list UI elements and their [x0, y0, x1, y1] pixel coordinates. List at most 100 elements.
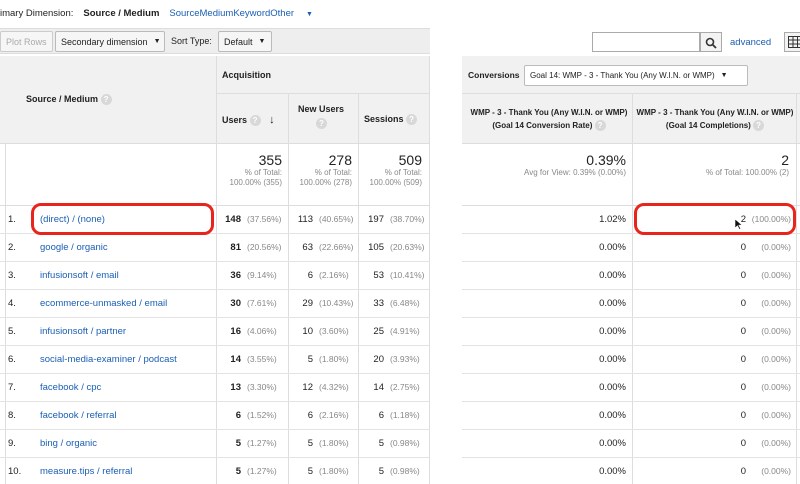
dropdown-caret-icon: ▼	[153, 38, 161, 45]
source-medium-link[interactable]: bing / organic	[40, 438, 97, 449]
new-users-value: 10	[302, 326, 313, 337]
sessions-value: 53	[373, 270, 384, 281]
source-medium-header[interactable]: Source / Medium ?	[26, 94, 112, 106]
users-value: 36	[230, 270, 241, 281]
search-button[interactable]	[700, 32, 722, 52]
row-number: 3.	[8, 270, 16, 281]
sessions-percent: (38.70%)	[390, 214, 425, 224]
conversion-rate-value: 0.00%	[599, 438, 626, 449]
table-row: 0.00% 0 (0.00%)	[462, 374, 800, 402]
new-users-value: 113	[297, 214, 313, 225]
users-value: 13	[230, 382, 241, 393]
users-percent: (7.61%)	[247, 298, 277, 308]
users-percent: (20.56%)	[247, 242, 282, 252]
dimension-other[interactable]: Other ▼	[270, 8, 323, 19]
dimension-source-medium[interactable]: Source / Medium	[83, 8, 159, 19]
conversion-rate-value: 0.00%	[599, 270, 626, 281]
grid-view-button[interactable]	[784, 32, 800, 52]
users-percent: (4.06%)	[247, 326, 277, 336]
completions-percent: (0.00%)	[761, 354, 791, 364]
row-number: 1.	[8, 214, 16, 225]
source-medium-link[interactable]: measure.tips / referral	[40, 466, 132, 477]
secondary-dimension-button[interactable]: Secondary dimension ▼	[55, 31, 165, 52]
source-medium-link[interactable]: google / organic	[40, 242, 108, 253]
advanced-link[interactable]: advanced	[730, 37, 771, 48]
new-users-header[interactable]: New Users?	[298, 104, 344, 129]
sessions-value: 25	[373, 326, 384, 337]
search-icon	[705, 37, 717, 49]
source-medium-link[interactable]: facebook / cpc	[40, 382, 101, 393]
dropdown-caret-icon: ▼	[258, 38, 266, 45]
goal-select[interactable]: Goal 14: WMP - 3 - Thank You (Any W.I.N.…	[524, 65, 748, 86]
grid-view-icon	[788, 36, 800, 48]
source-medium-link[interactable]: facebook / referral	[40, 410, 117, 421]
new-users-value: 12	[302, 382, 313, 393]
sessions-header[interactable]: Sessions ?	[364, 114, 418, 126]
users-percent: (3.30%)	[247, 382, 277, 392]
sort-type-value: Default	[224, 36, 253, 47]
completions-percent: (0.00%)	[761, 326, 791, 336]
completions-percent: (0.00%)	[761, 382, 791, 392]
sessions-percent: (2.75%)	[390, 382, 420, 392]
goal-completions-header[interactable]: WMP - 3 - Thank You (Any W.I.N. or WMP) …	[636, 106, 794, 132]
completions-value: 0	[740, 382, 746, 393]
table-row: 8. facebook / referral 6 (1.52%) 6 (2.16%) 6 (1…	[0, 402, 430, 430]
total-users-sub: % of Total: 100.00% (355)	[229, 168, 282, 187]
new-users-value: 29	[302, 298, 313, 309]
acquisition-group-header: Acquisition	[216, 56, 430, 94]
conversion-rate-value: 0.00%	[599, 410, 626, 421]
total-conversion-rate-sub: Avg for View: 0.39% (0.00%)	[524, 168, 626, 177]
source-medium-link[interactable]: infusionsoft / partner	[40, 326, 126, 337]
sessions-value: 197	[368, 214, 384, 225]
new-users-value: 6	[307, 410, 313, 421]
row-number: 5.	[8, 326, 16, 337]
totals-row: 355 % of Total: 100.00% (355) 278 % of T…	[0, 144, 430, 206]
report-toolbar: Plot Rows Secondary dimension ▼ Sort Type…	[0, 28, 430, 54]
help-icon: ?	[249, 115, 261, 127]
source-medium-link[interactable]: social-media-examiner / podcast	[40, 354, 177, 365]
sessions-value: 5	[378, 466, 384, 477]
dimension-keyword[interactable]: Keyword	[233, 8, 270, 19]
new-users-percent: (10.43%)	[319, 298, 354, 308]
users-percent: (1.27%)	[247, 466, 277, 476]
table-row: 0.00% 0 (0.00%)	[462, 402, 800, 430]
help-icon: ?	[406, 114, 418, 126]
row-number: 9.	[8, 438, 16, 449]
sessions-percent: (0.98%)	[390, 466, 420, 476]
completions-percent: (0.00%)	[761, 270, 791, 280]
goal-select-value: Goal 14: WMP - 3 - Thank You (Any W.I.N.…	[530, 71, 715, 80]
conversion-rate-value: 0.00%	[599, 242, 626, 253]
search-input[interactable]	[592, 32, 700, 52]
sessions-percent: (10.41%)	[390, 270, 425, 280]
dimension-source[interactable]: Source	[169, 8, 199, 19]
completions-value: 0	[740, 410, 746, 421]
table-row: 4. ecommerce-unmasked / email 30 (7.61%) 29 (…	[0, 290, 430, 318]
dimension-medium[interactable]: Medium	[200, 8, 234, 19]
plot-rows-button[interactable]: Plot Rows	[0, 31, 53, 52]
completions-value: 0	[740, 466, 746, 477]
sessions-value: 105	[368, 242, 384, 253]
users-percent: (9.14%)	[247, 270, 277, 280]
conversion-rate-value: 0.00%	[599, 298, 626, 309]
source-medium-link[interactable]: ecommerce-unmasked / email	[40, 298, 167, 309]
sessions-value: 5	[378, 438, 384, 449]
users-percent: (3.55%)	[247, 354, 277, 364]
total-sessions-sub: % of Total: 100.00% (509)	[369, 168, 422, 187]
row-number: 4.	[8, 298, 16, 309]
sessions-percent: (3.93%)	[390, 354, 420, 364]
users-value: 14	[230, 354, 241, 365]
sessions-percent: (0.98%)	[390, 438, 420, 448]
completions-value: 0	[740, 270, 746, 281]
goal-conversion-rate-header[interactable]: WMP - 3 - Thank You (Any W.I.N. or WMP) …	[470, 106, 628, 132]
source-medium-link[interactable]: infusionsoft / email	[40, 270, 119, 281]
sort-type-select[interactable]: Default ▼	[218, 31, 272, 52]
row-number: 8.	[8, 410, 16, 421]
table-row: 0.00% 0 (0.00%)	[462, 458, 800, 484]
conversion-rate-value: 0.00%	[599, 326, 626, 337]
total-new-users-sub: % of Total: 100.00% (278)	[299, 168, 352, 187]
users-percent: (1.52%)	[247, 410, 277, 420]
sessions-percent: (1.18%)	[390, 410, 420, 420]
users-header[interactable]: Users ? ↓	[222, 114, 275, 127]
primary-dimension-label: imary Dimension:	[0, 7, 74, 19]
new-users-percent: (40.65%)	[319, 214, 354, 224]
